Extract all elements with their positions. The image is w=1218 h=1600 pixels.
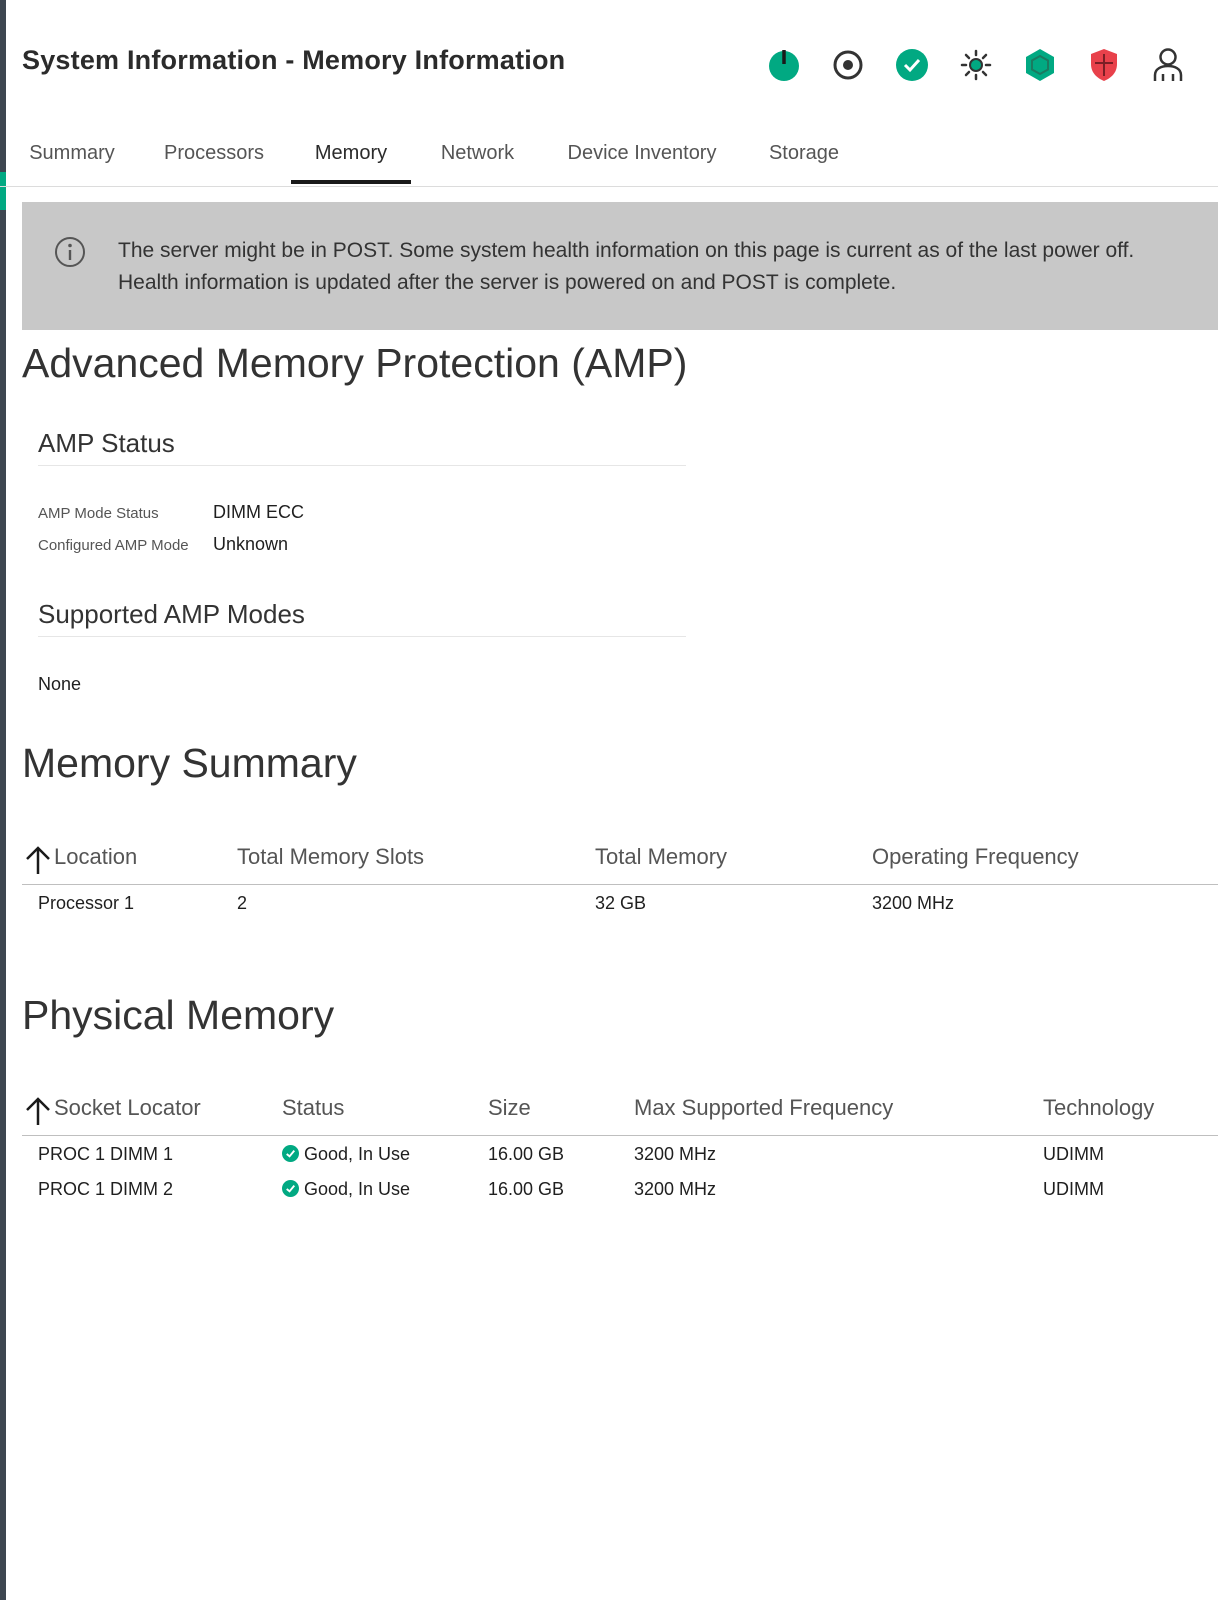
status-text: Good, In Use (304, 1144, 411, 1164)
configured-amp-mode-row: Configured AMP Mode Unknown (38, 534, 288, 554)
column-total-memory-slots[interactable]: Total Memory Slots (237, 844, 424, 870)
amp-status-heading: AMP Status (38, 428, 686, 466)
table-header: Location Total Memory Slots Total Memory… (22, 836, 1218, 885)
column-operating-frequency[interactable]: Operating Frequency (872, 844, 1079, 870)
power-icon[interactable] (752, 40, 816, 90)
health-ok-icon[interactable] (880, 40, 944, 90)
memory-summary-title: Memory Summary (22, 740, 357, 786)
tab-bar: Summary Processors Memory Network Device… (0, 130, 1218, 187)
supported-amp-modes-value: None (38, 674, 82, 694)
cell-size: 16.00 GB (488, 1179, 565, 1199)
physical-memory-title: Physical Memory (22, 992, 335, 1038)
left-rail (0, 0, 6, 1600)
column-max-supported-frequency[interactable]: Max Supported Frequency (634, 1095, 893, 1121)
status-text: Good, In Use (304, 1179, 411, 1199)
table-row: PROC 1 DIMM 1 Good, In Use 16.00 GB 3200… (22, 1136, 1218, 1171)
post-info-banner: The server might be in POST. Some system… (22, 202, 1218, 330)
configured-amp-mode-label: Configured AMP Mode (38, 537, 189, 554)
cell-total-memory: 32 GB (595, 893, 647, 913)
cell-socket-locator: PROC 1 DIMM 1 (38, 1144, 174, 1164)
cell-technology: UDIMM (1043, 1179, 1104, 1199)
cell-max-supported-frequency: 3200 MHz (634, 1179, 717, 1199)
table-header: Socket Locator Status Size Max Supported… (22, 1087, 1218, 1136)
column-location[interactable]: Location (54, 844, 137, 870)
page-title: System Information - Memory Information (22, 45, 566, 75)
tab-summary[interactable]: Summary (22, 130, 122, 184)
cell-total-memory-slots: 2 (237, 893, 248, 913)
cell-size: 16.00 GB (488, 1144, 565, 1164)
column-size[interactable]: Size (488, 1095, 531, 1121)
uid-indicator-icon[interactable] (816, 40, 880, 90)
column-technology[interactable]: Technology (1043, 1095, 1154, 1121)
tab-network[interactable]: Network (430, 130, 525, 184)
tab-memory[interactable]: Memory (291, 130, 411, 184)
sort-ascending-icon[interactable] (24, 844, 52, 879)
supported-amp-modes-heading: Supported AMP Modes (38, 599, 686, 637)
sort-ascending-icon[interactable] (24, 1095, 52, 1130)
security-hexagon-icon[interactable] (1008, 40, 1072, 90)
cell-operating-frequency: 3200 MHz (872, 893, 955, 913)
cell-max-supported-frequency: 3200 MHz (634, 1144, 717, 1164)
column-total-memory[interactable]: Total Memory (595, 844, 727, 870)
ambient-light-icon[interactable] (944, 40, 1008, 90)
tab-storage[interactable]: Storage (760, 130, 848, 184)
memory-summary-table: Location Total Memory Slots Total Memory… (22, 836, 1218, 920)
banner-message: The server might be in POST. Some system… (118, 235, 1198, 299)
cell-location: Processor 1 (38, 893, 135, 913)
table-row: PROC 1 DIMM 2 Good, In Use 16.00 GB 3200… (22, 1171, 1218, 1206)
column-socket-locator[interactable]: Socket Locator (54, 1095, 201, 1121)
column-status[interactable]: Status (282, 1095, 344, 1121)
amp-mode-status-label: AMP Mode Status (38, 505, 159, 522)
cell-technology: UDIMM (1043, 1144, 1104, 1164)
security-shield-icon[interactable] (1072, 40, 1136, 90)
table-row: Processor 1 2 32 GB 3200 MHz (22, 885, 1218, 920)
cell-socket-locator: PROC 1 DIMM 2 (38, 1179, 174, 1199)
banner-line-1: The server might be in POST. Some system… (118, 239, 1135, 262)
header-status-icons (752, 40, 1200, 90)
status-ok-icon (282, 1180, 299, 1202)
physical-memory-table: Socket Locator Status Size Max Supported… (22, 1087, 1218, 1206)
configured-amp-mode-value: Unknown (213, 534, 289, 554)
cell-status: Good, In Use (282, 1144, 410, 1167)
cell-status: Good, In Use (282, 1179, 410, 1202)
tab-device-inventory[interactable]: Device Inventory (558, 130, 726, 184)
status-ok-icon (282, 1145, 299, 1167)
amp-mode-status-value: DIMM ECC (213, 502, 304, 522)
tab-processors[interactable]: Processors (158, 130, 270, 184)
page-header: System Information - Memory Information (22, 40, 1198, 90)
amp-mode-status-row: AMP Mode Status DIMM ECC (38, 502, 304, 522)
user-icon[interactable] (1136, 40, 1200, 90)
banner-line-2: Health information is updated after the … (118, 271, 897, 294)
info-icon (54, 236, 86, 273)
amp-section-title: Advanced Memory Protection (AMP) (22, 340, 688, 386)
